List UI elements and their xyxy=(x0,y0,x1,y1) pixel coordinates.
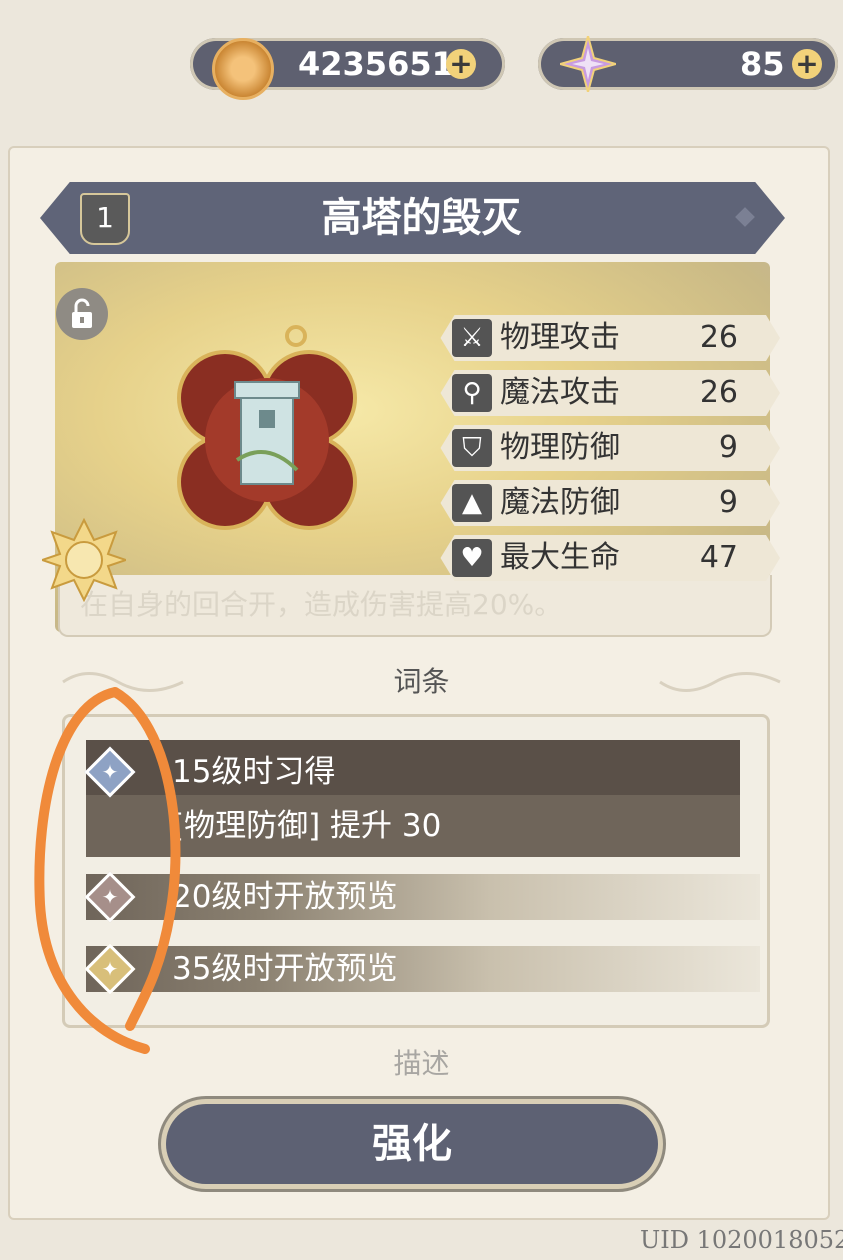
crystal-add-button[interactable]: + xyxy=(792,49,822,79)
stat-value: 26 xyxy=(699,375,738,410)
stat-name: 魔法防御 xyxy=(500,485,620,520)
shield-icon: ⛉ xyxy=(452,429,492,467)
entry-head-text: 20级时开放预览 xyxy=(172,879,398,915)
stat-name: 魔法攻击 xyxy=(500,375,620,410)
stat-value: 47 xyxy=(699,540,738,575)
sword-icon: ⚔ xyxy=(452,319,492,357)
entry-detail-text: [物理防御] 提升 30 xyxy=(172,808,442,844)
entry-head-text: 35级时开放预览 xyxy=(172,951,398,987)
wizard-hat-icon: ▲ xyxy=(452,484,492,522)
staff-icon: ⚲ xyxy=(452,374,492,412)
description-section-title: 描述 xyxy=(393,1047,450,1080)
star-crystal-icon xyxy=(556,32,620,96)
stat-name: 物理防御 xyxy=(500,430,620,465)
crystal-amount: 85 xyxy=(740,45,785,83)
stat-name: 物理攻击 xyxy=(500,320,620,355)
entry-head-text: 15级时习得 xyxy=(172,754,336,790)
flower-badge-icon xyxy=(38,517,130,603)
stat-value: 9 xyxy=(718,485,738,520)
user-id: UID 1020018052 xyxy=(640,1226,843,1254)
stat-name: 最大生命 xyxy=(500,540,620,575)
item-name: 高塔的毁灭 xyxy=(321,195,522,241)
heart-icon: ♥ xyxy=(452,539,492,577)
item-description-text: 在自身的回合开，造成伤害提高20%。 xyxy=(80,588,563,621)
gold-coin-icon xyxy=(212,38,274,100)
item-description-strip: 在自身的回合开，造成伤害提高20%。 xyxy=(58,575,772,637)
tower-medal-image xyxy=(172,320,362,540)
gold-amount: 4235651 xyxy=(298,45,454,83)
annotation-circle xyxy=(20,684,190,1068)
stat-value: 26 xyxy=(699,320,738,355)
gold-add-button[interactable]: + xyxy=(446,49,476,79)
enhance-button-label[interactable]: 强化 xyxy=(166,1104,658,1184)
unlock-icon[interactable] xyxy=(56,288,108,340)
stat-value: 9 xyxy=(718,430,738,465)
